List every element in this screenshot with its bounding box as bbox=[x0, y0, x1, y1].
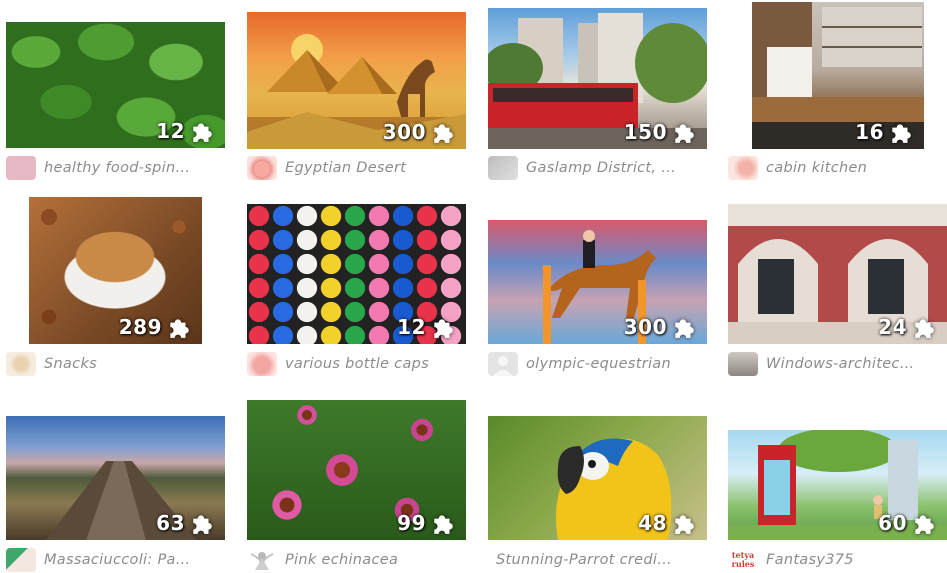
piece-count: 24 bbox=[878, 314, 937, 340]
piece-count: 63 bbox=[156, 510, 215, 536]
puzzle-thumbnail[interactable]: 24 bbox=[728, 204, 947, 344]
default-avatar-icon bbox=[493, 356, 513, 376]
piece-count: 289 bbox=[119, 314, 192, 340]
puzzle-thumbnail[interactable]: 60 bbox=[728, 430, 947, 540]
user-avatar[interactable] bbox=[728, 156, 758, 180]
puzzle-title[interactable]: Gaslamp District, … bbox=[526, 160, 676, 176]
puzzle-title[interactable]: various bottle caps bbox=[285, 356, 429, 372]
piece-count: 60 bbox=[878, 510, 937, 536]
puzzle-title[interactable]: Snacks bbox=[44, 356, 97, 372]
puzzle-piece-icon bbox=[915, 319, 934, 338]
puzzle-meta: olympic-equestrian bbox=[488, 352, 671, 376]
piece-count-number: 12 bbox=[156, 119, 185, 143]
puzzle-meta: tetya rules Fantasy375 bbox=[728, 548, 854, 572]
puzzle-thumbnail[interactable]: 300 bbox=[488, 220, 707, 344]
puzzle-title[interactable]: Windows-architec… bbox=[766, 356, 915, 372]
puzzle-piece-icon bbox=[675, 124, 694, 143]
puzzle-title[interactable]: cabin kitchen bbox=[766, 160, 867, 176]
user-avatar[interactable] bbox=[6, 352, 36, 376]
puzzle-thumbnail[interactable]: 300 bbox=[247, 12, 466, 149]
puzzle-piece-icon bbox=[675, 515, 694, 534]
user-avatar[interactable] bbox=[728, 352, 758, 376]
puzzle-meta: various bottle caps bbox=[247, 352, 429, 376]
piece-count: 12 bbox=[156, 118, 215, 144]
avatar-text: tetya rules bbox=[731, 550, 755, 569]
puzzle-title[interactable]: Fantasy375 bbox=[766, 552, 854, 568]
piece-count-number: 60 bbox=[878, 511, 907, 535]
puzzle-thumbnail[interactable]: 16 bbox=[752, 2, 924, 149]
puzzle-piece-icon bbox=[915, 515, 934, 534]
puzzle-meta: Pink echinacea bbox=[247, 548, 398, 572]
puzzle-piece-icon bbox=[170, 319, 189, 338]
user-avatar[interactable] bbox=[247, 548, 277, 572]
puzzle-meta: Snacks bbox=[6, 352, 97, 376]
user-avatar[interactable] bbox=[6, 156, 36, 180]
puzzle-piece-icon bbox=[675, 319, 694, 338]
piece-count-number: 24 bbox=[878, 315, 907, 339]
piece-count-number: 12 bbox=[397, 315, 426, 339]
piece-count-number: 300 bbox=[623, 315, 667, 339]
piece-count-number: 150 bbox=[623, 120, 667, 144]
piece-count: 48 bbox=[638, 510, 697, 536]
piece-count-number: 63 bbox=[156, 511, 185, 535]
puzzle-thumbnail[interactable]: 48 bbox=[488, 416, 707, 540]
user-avatar[interactable] bbox=[247, 352, 277, 376]
piece-count: 16 bbox=[855, 119, 914, 145]
puzzle-title[interactable]: Pink echinacea bbox=[285, 552, 398, 568]
puzzle-piece-icon bbox=[193, 123, 212, 142]
puzzle-piece-icon bbox=[434, 124, 453, 143]
puzzle-meta: Massaciuccoli: Pa… bbox=[6, 548, 190, 572]
piece-count-number: 300 bbox=[382, 120, 426, 144]
puzzle-thumbnail[interactable]: 12 bbox=[6, 22, 225, 148]
piece-count-number: 16 bbox=[855, 120, 884, 144]
piece-count: 99 bbox=[397, 510, 456, 536]
puzzle-meta: Stunning-Parrot credi… bbox=[496, 548, 672, 572]
user-avatar[interactable] bbox=[6, 548, 36, 572]
puzzle-meta: Egyptian Desert bbox=[247, 156, 406, 180]
user-avatar[interactable] bbox=[488, 352, 518, 376]
user-avatar[interactable] bbox=[488, 156, 518, 180]
fairy-avatar-icon bbox=[250, 552, 274, 570]
puzzle-meta: Gaslamp District, … bbox=[488, 156, 676, 180]
piece-count: 12 bbox=[397, 314, 456, 340]
puzzle-title[interactable]: Stunning-Parrot credi… bbox=[496, 552, 672, 568]
puzzle-thumbnail[interactable]: 99 bbox=[247, 400, 466, 540]
user-avatar[interactable] bbox=[247, 156, 277, 180]
puzzle-title[interactable]: healthy food-spin… bbox=[44, 160, 190, 176]
puzzle-piece-icon bbox=[892, 124, 911, 143]
piece-count: 150 bbox=[624, 119, 697, 145]
puzzle-title[interactable]: olympic-equestrian bbox=[526, 356, 671, 372]
puzzle-piece-icon bbox=[434, 319, 453, 338]
puzzle-meta: cabin kitchen bbox=[728, 156, 867, 180]
puzzle-piece-icon bbox=[434, 515, 453, 534]
piece-count-number: 48 bbox=[638, 511, 667, 535]
piece-count-number: 289 bbox=[118, 315, 162, 339]
puzzle-meta: Windows-architec… bbox=[728, 352, 915, 376]
puzzle-meta: healthy food-spin… bbox=[6, 156, 190, 180]
puzzle-thumbnail[interactable]: 150 bbox=[488, 8, 707, 149]
piece-count: 300 bbox=[383, 119, 456, 145]
piece-count: 300 bbox=[624, 314, 697, 340]
user-avatar[interactable]: tetya rules bbox=[728, 548, 758, 572]
puzzle-title[interactable]: Egyptian Desert bbox=[285, 160, 406, 176]
puzzle-thumbnail[interactable]: 289 bbox=[29, 197, 202, 344]
piece-count-number: 99 bbox=[397, 511, 426, 535]
puzzle-title[interactable]: Massaciuccoli: Pa… bbox=[44, 552, 190, 568]
puzzle-piece-icon bbox=[193, 515, 212, 534]
puzzle-thumbnail[interactable]: 12 bbox=[247, 204, 466, 344]
puzzle-thumbnail[interactable]: 63 bbox=[6, 416, 225, 540]
